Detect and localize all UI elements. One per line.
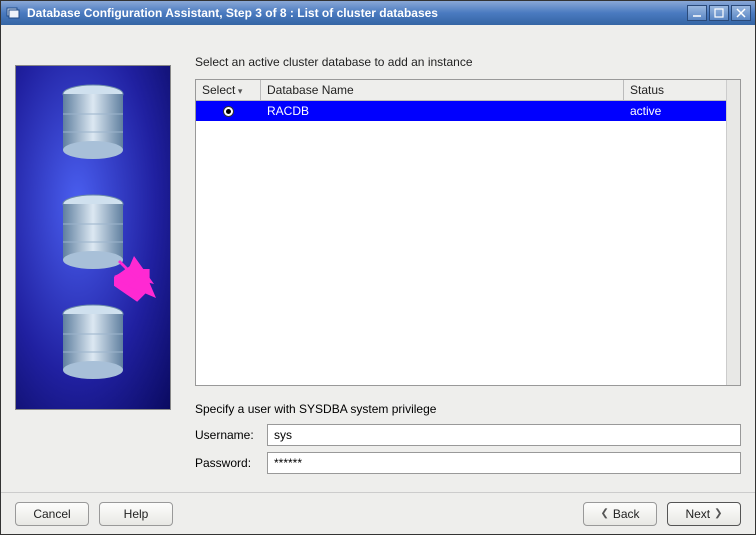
credentials-prompt: Specify a user with SYSDBA system privil… [195, 402, 741, 416]
minimize-button[interactable] [687, 5, 707, 21]
chevron-right-icon: ❯ [714, 508, 722, 519]
column-header-status[interactable]: Status [624, 80, 726, 100]
password-input[interactable] [267, 452, 741, 474]
vertical-scrollbar[interactable] [726, 80, 740, 385]
table-header: Select Database Name Status [196, 80, 726, 101]
next-button[interactable]: Next❯ [667, 502, 741, 526]
radio-button[interactable] [223, 106, 234, 117]
table-row[interactable]: RACDB active [196, 101, 726, 121]
wizard-side-graphic [15, 65, 171, 410]
close-button[interactable] [731, 5, 751, 21]
app-icon [5, 5, 21, 21]
window: Database Configuration Assistant, Step 3… [0, 0, 756, 535]
table-body: RACDB active [196, 101, 726, 385]
window-title: Database Configuration Assistant, Step 3… [27, 6, 687, 20]
pointer-arrow-icon [116, 258, 166, 311]
username-input[interactable] [267, 424, 741, 446]
row-status: active [624, 102, 726, 120]
button-bar: Cancel Help ❮Back Next❯ [1, 492, 755, 534]
cancel-button[interactable]: Cancel [15, 502, 89, 526]
instruction-text: Select an active cluster database to add… [195, 55, 741, 69]
credentials-section: Specify a user with SYSDBA system privil… [195, 402, 741, 480]
username-label: Username: [195, 428, 267, 442]
password-label: Password: [195, 456, 267, 470]
column-header-select[interactable]: Select [196, 80, 261, 100]
window-controls [687, 5, 751, 21]
titlebar: Database Configuration Assistant, Step 3… [1, 1, 755, 25]
chevron-left-icon: ❮ [600, 508, 608, 519]
back-button[interactable]: ❮Back [583, 502, 657, 526]
main-panel: Select an active cluster database to add… [195, 55, 741, 480]
column-header-name[interactable]: Database Name [261, 80, 624, 100]
help-button[interactable]: Help [99, 502, 173, 526]
row-database-name: RACDB [261, 102, 624, 120]
maximize-button[interactable] [709, 5, 729, 21]
cluster-database-table: Select Database Name Status RACDB active [195, 79, 741, 386]
content-area: Select an active cluster database to add… [1, 25, 755, 492]
